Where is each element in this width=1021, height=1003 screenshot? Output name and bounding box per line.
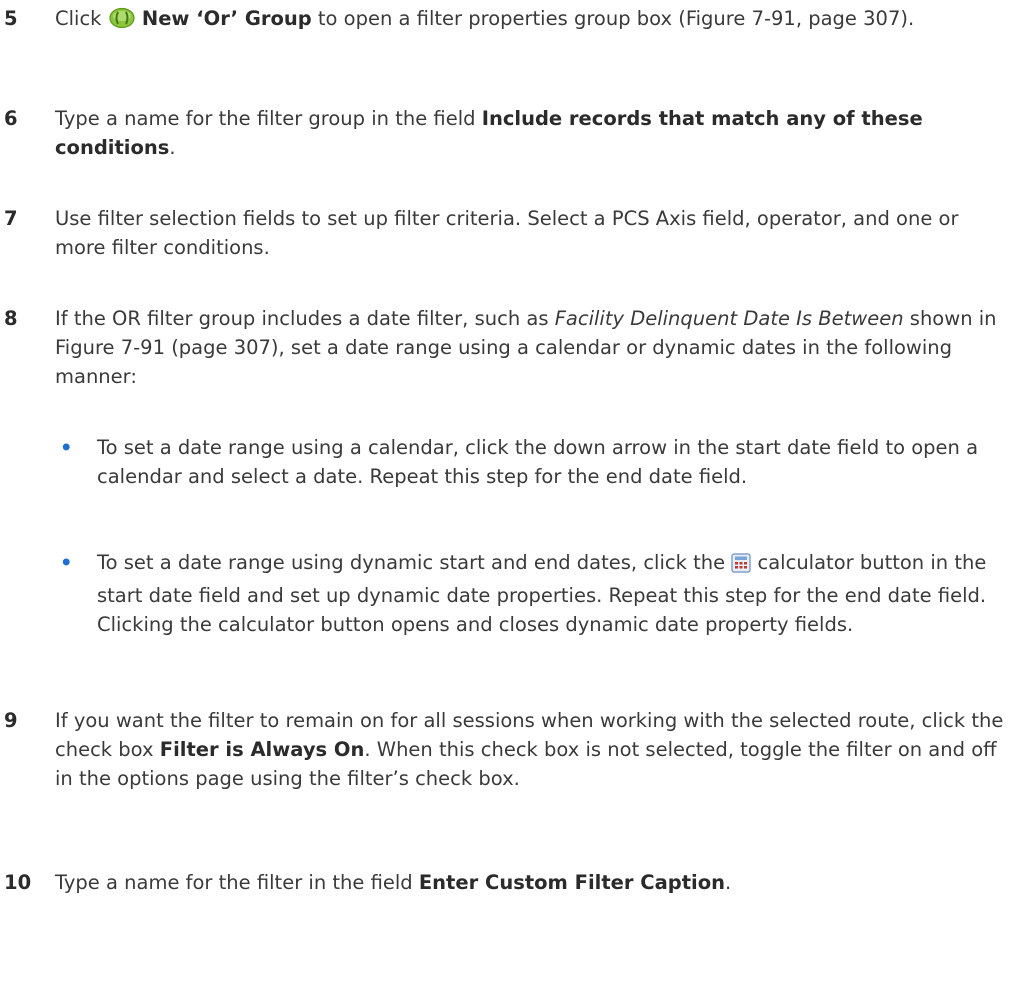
- bullet-text-pre: To set a date range using dynamic start …: [97, 551, 732, 574]
- step-text: If the OR filter group includes a date f…: [55, 304, 1015, 391]
- step-number: 5: [4, 7, 18, 30]
- bullet-marker: •: [60, 436, 73, 459]
- step-text-pre: Click: [55, 7, 102, 30]
- bullet-marker: •: [60, 551, 73, 574]
- bullet-text: To set a date range using dynamic start …: [97, 548, 1015, 639]
- bullet-text: To set a date range using a calendar, cl…: [97, 436, 979, 488]
- step-number: 10: [4, 871, 32, 894]
- new-or-group-label: New ‘Or’ Group: [141, 7, 312, 30]
- step-text: If you want the filter to remain on for …: [55, 706, 1015, 793]
- date-filter-example: Facility Delinquent Date Is Between: [554, 307, 904, 330]
- step-number: 9: [4, 709, 18, 732]
- step-text-post: .: [169, 136, 176, 159]
- or-group-icon: [108, 7, 136, 37]
- custom-filter-caption-label: Enter Custom Filter Caption: [418, 871, 725, 894]
- step-number: 8: [4, 307, 18, 330]
- step-text: Type a name for the filter in the field …: [55, 868, 1015, 897]
- step-text-pre: If the OR filter group includes a date f…: [55, 307, 555, 330]
- step-text: Type a name for the filter group in the …: [55, 104, 1015, 162]
- step-text-post: .: [725, 871, 732, 894]
- calculator-icon: [731, 552, 751, 581]
- step-number: 7: [4, 207, 18, 230]
- step-text: Click New ‘Or’ Group to open a filter pr…: [55, 4, 1015, 37]
- step-text-pre: Type a name for the filter in the field: [55, 871, 419, 894]
- step-text: Use filter selection fields to set up fi…: [55, 207, 959, 259]
- step-text-post: to open a filter properties group box (F…: [311, 7, 915, 30]
- step-text-pre: Type a name for the filter group in the …: [55, 107, 482, 130]
- step-number: 6: [4, 107, 18, 130]
- filter-always-on-label: Filter is Always On: [159, 738, 365, 761]
